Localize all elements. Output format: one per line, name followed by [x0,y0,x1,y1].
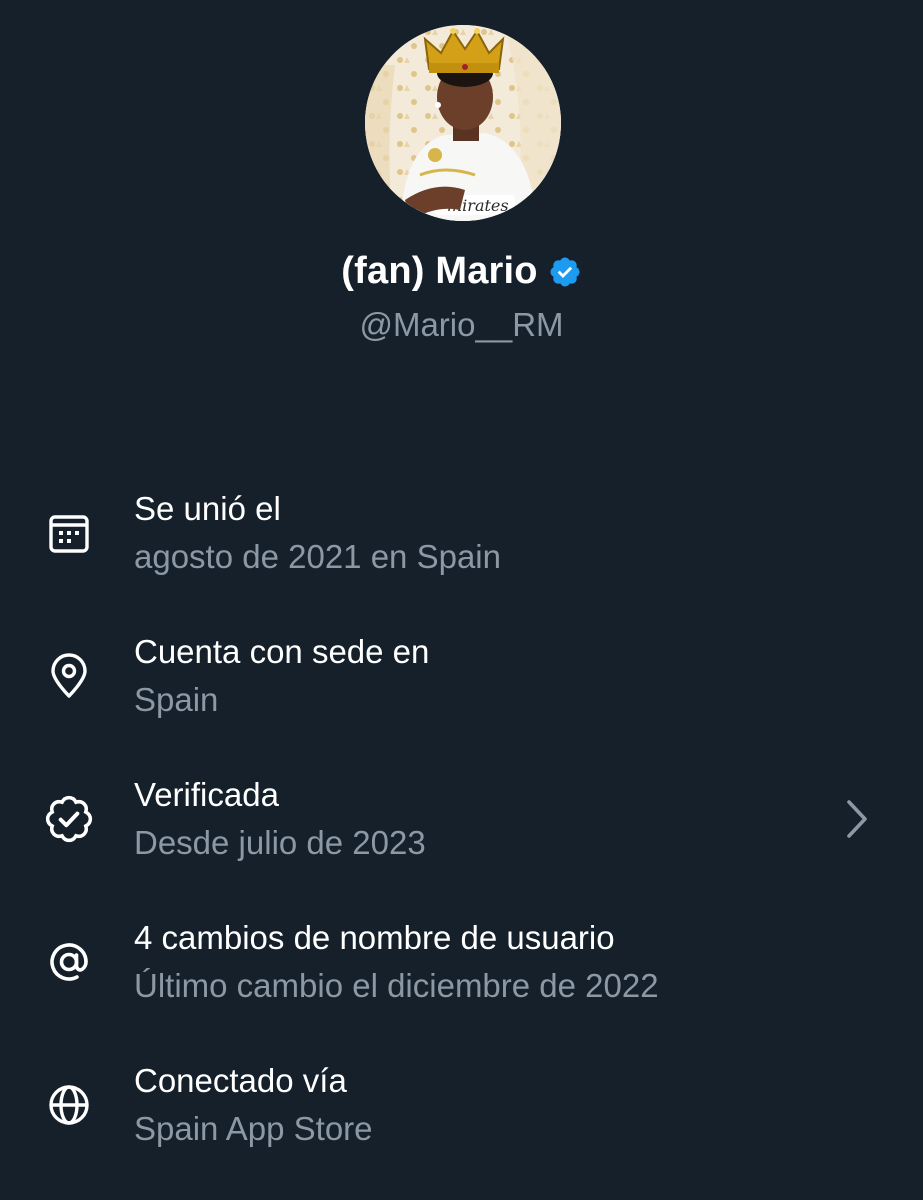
chevron-right-icon[interactable] [838,796,874,842]
info-title: Conectado vía [134,1062,347,1099]
info-row-username-changes: 4 cambios de nombre de usuario Último ca… [0,907,923,1050]
verified-badge-outline-icon [44,794,94,844]
info-title: 4 cambios de nombre de usuario [134,919,615,956]
info-title: Verificada [134,776,279,813]
info-row-connected-via: Conectado vía Spain App Store [0,1050,923,1193]
info-title: Se unió el [134,490,281,527]
info-row-location: Cuenta con sede en Spain [0,621,923,764]
info-title: Cuenta con sede en [134,633,430,670]
info-row-verified[interactable]: Verificada Desde julio de 2023 [0,764,923,907]
name-row: (fan) Mario [0,250,923,293]
user-handle: @Mario__RM [359,306,564,343]
info-subtitle: Último cambio el diciembre de 2022 [134,967,659,1004]
avatar-photo: mirates [365,25,561,221]
avatar[interactable]: mirates [365,25,561,221]
info-subtitle: agosto de 2021 en Spain [134,538,501,575]
location-pin-icon [44,651,94,701]
calendar-icon [44,508,94,558]
globe-icon [44,1080,94,1130]
info-subtitle: Desde julio de 2023 [134,824,426,861]
display-name: (fan) Mario [341,250,538,292]
info-subtitle: Spain App Store [134,1110,373,1147]
at-sign-icon [44,937,94,987]
account-info-list: Se unió el agosto de 2021 en Spain Cuent… [0,478,923,1193]
verified-check-icon[interactable] [548,255,582,289]
about-account-page: mirates (fan) Mario @Mario__RM Se unió e… [0,0,923,1200]
info-row-joined: Se unió el agosto de 2021 en Spain [0,478,923,621]
info-subtitle: Spain [134,681,219,718]
